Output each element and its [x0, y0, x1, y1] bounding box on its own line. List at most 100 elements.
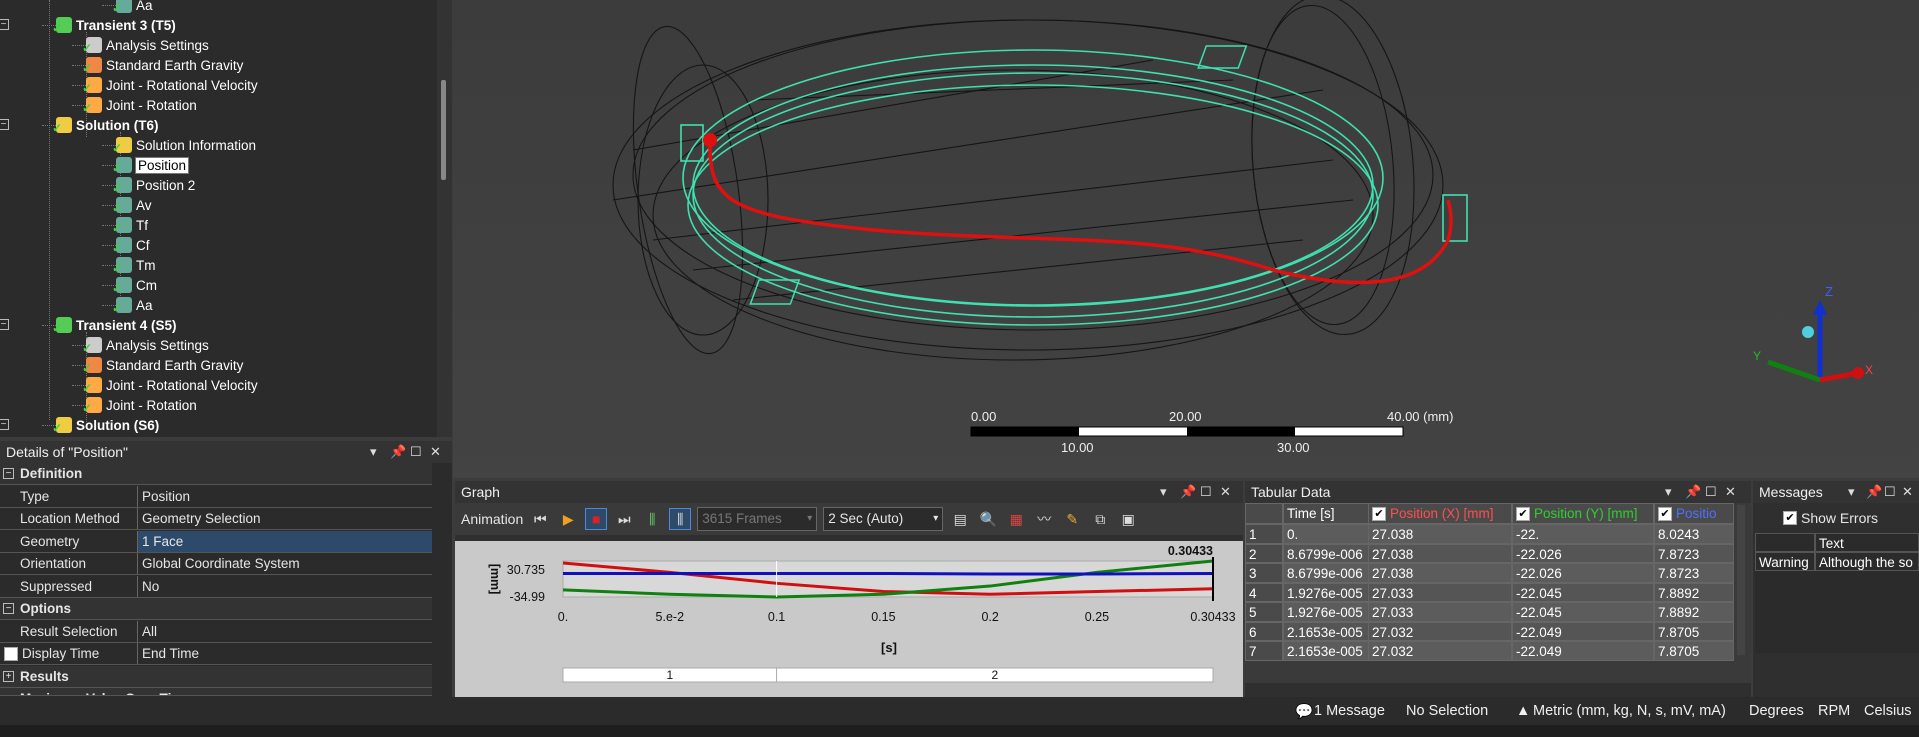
tree-item[interactable]: ✓ Analysis Settings [72, 335, 209, 355]
table-cell[interactable]: 27.033 [1368, 582, 1512, 602]
collapse-icon[interactable]: − [0, 119, 9, 130]
table-cell[interactable]: 0. [1283, 524, 1371, 544]
table-cell[interactable]: -22. [1512, 524, 1654, 544]
tree-item[interactable]: ✓ Joint - Rotation [72, 95, 197, 115]
row-index[interactable]: 7 [1245, 641, 1283, 661]
table-cell[interactable]: 8.0243 [1654, 524, 1734, 544]
row-index[interactable]: 1 [1245, 524, 1283, 544]
play-button[interactable]: ▶ [557, 508, 579, 530]
image-icon[interactable]: ▣ [1117, 508, 1139, 530]
details-row[interactable]: Suppressed No [0, 575, 432, 598]
table-cell[interactable]: 7.8892 [1654, 582, 1734, 602]
details-row[interactable]: Display Time End Time [0, 643, 432, 665]
tree-item[interactable]: ✓ Joint - Rotational Velocity [72, 375, 258, 395]
dropdown-icon[interactable]: ▾ [1665, 481, 1672, 503]
pin-icon[interactable]: 📌 [1866, 481, 1882, 503]
table-cell[interactable]: 27.032 [1368, 641, 1512, 661]
column-checkbox[interactable]: ✔ [1516, 507, 1530, 522]
first-frame-button[interactable]: ⏮ [529, 508, 551, 530]
column-header[interactable]: Time [s] [1283, 503, 1371, 524]
close-icon[interactable]: ✕ [430, 441, 441, 463]
copy-icon[interactable]: ⧉ [1089, 508, 1111, 530]
tree-item[interactable]: ✓ Solution (T6) [42, 115, 158, 135]
table-cell[interactable]: -22.049 [1512, 621, 1654, 641]
row-index[interactable]: 2 [1245, 543, 1283, 563]
duration-select[interactable]: 2 Sec (Auto) ▾ [823, 507, 944, 531]
show-errors-checkbox[interactable]: ✔ [1783, 511, 1797, 525]
status-speed[interactable]: RPM [1818, 703, 1850, 719]
collapse-icon[interactable]: + [3, 670, 14, 682]
curve-icon[interactable]: 〰 [1033, 508, 1055, 530]
row-index[interactable]: 6 [1245, 621, 1283, 641]
details-group[interactable]: − Options [0, 598, 432, 620]
table-cell[interactable]: -22.045 [1512, 602, 1654, 622]
tree-item[interactable]: ✓ Tf [102, 215, 148, 235]
table-cell[interactable]: -22.026 [1512, 563, 1654, 583]
table-cell[interactable]: 27.033 [1368, 602, 1512, 622]
tree-scrollbar[interactable] [437, 0, 452, 437]
show-errors-row[interactable]: ✔ Show Errors [1753, 503, 1919, 533]
tree-item[interactable]: ✓ Analysis Settings [72, 35, 209, 55]
collapse-icon[interactable]: − [3, 603, 14, 614]
tree-item[interactable]: ✓ Joint - Rotation [72, 395, 197, 415]
close-icon[interactable]: ✕ [1725, 481, 1736, 503]
maximize-icon[interactable]: ☐ [1884, 481, 1896, 503]
collapse-icon[interactable]: − [0, 19, 9, 30]
details-group[interactable]: + Results [0, 665, 432, 688]
maximize-icon[interactable]: ☐ [1200, 481, 1212, 503]
project-tree[interactable]: ✓ Aa ✓ Transient 3 (T5) − ✓ Analysis Settings ✓… [0, 0, 452, 437]
tree-item[interactable]: ✓ Position [102, 155, 190, 175]
details-row[interactable]: Geometry 1 Face [0, 530, 432, 553]
table-cell[interactable]: -22.049 [1512, 641, 1654, 661]
message-text[interactable]: Although the so [1815, 552, 1919, 571]
model-view[interactable]: 0.00 20.00 40.00 (mm) 10.00 30.00 Z Y X [453, 0, 1919, 478]
details-row[interactable]: Location Method Geometry Selection [0, 508, 432, 530]
column-header[interactable]: ✔ Position (X) [mm] [1368, 503, 1512, 524]
tree-item[interactable]: ✓ Position 2 [102, 175, 195, 195]
table-scrollbar[interactable] [1737, 505, 1745, 655]
tree-item[interactable]: ✓ Standard Earth Gravity [72, 355, 243, 375]
table-cell[interactable]: 2.1653e-005 [1283, 641, 1371, 661]
data-grid[interactable]: Time [s] ✔ Position (X) [mm] ✔ Position (Y) … [1245, 503, 1751, 683]
tree-item[interactable]: ✓ Aa [102, 0, 153, 15]
close-icon[interactable]: ✕ [1220, 481, 1231, 503]
tree-item[interactable]: ✓ Joint - Rotational Velocity [72, 75, 258, 95]
tree-item[interactable]: ✓ Cm [102, 275, 157, 295]
pin-icon[interactable]: 📌 [1685, 481, 1701, 503]
tree-item[interactable]: ✓ Aa [102, 295, 153, 315]
status-angle[interactable]: Degrees [1749, 703, 1804, 719]
table-cell[interactable]: 27.038 [1368, 563, 1512, 583]
property-value[interactable]: All [138, 620, 432, 642]
maximize-icon[interactable]: ☐ [1705, 481, 1717, 503]
tree-item[interactable]: ✓ Transient 3 (T5) [42, 15, 176, 35]
row-index[interactable]: 3 [1245, 563, 1283, 583]
table-cell[interactable]: 8.6799e-006 [1283, 543, 1371, 563]
row-index[interactable]: 4 [1245, 582, 1283, 602]
collapse-icon[interactable]: − [0, 319, 9, 330]
details-row[interactable]: Result Selection All [0, 620, 432, 643]
collapse-icon[interactable]: − [0, 419, 9, 430]
graph-chart[interactable]: 0. 5.e-2 0.1 0.15 0.2 0.25 0.30433 30.735 -34.99… [455, 541, 1243, 697]
property-value[interactable]: End Time [138, 643, 432, 664]
table-cell[interactable]: 7.8892 [1654, 602, 1734, 622]
table-cell[interactable]: 7.8705 [1654, 641, 1734, 661]
table-cell[interactable]: 7.8705 [1654, 621, 1734, 641]
distributed-frames-icon[interactable]: ⫼ [641, 508, 663, 530]
status-temperature[interactable]: Celsius [1864, 703, 1912, 719]
table-cell[interactable]: -22.045 [1512, 582, 1654, 602]
table-cell[interactable]: 2.1653e-005 [1283, 621, 1371, 641]
message-type[interactable]: Warning [1755, 552, 1815, 571]
chart-color-icon[interactable]: ▦ [1005, 508, 1027, 530]
table-cell[interactable]: 1.9276e-005 [1283, 602, 1371, 622]
property-value[interactable]: Geometry Selection [138, 508, 432, 529]
result-frames-icon[interactable]: ⫼ [669, 508, 692, 530]
column-header[interactable]: ✔ Position (Y) [mm] [1512, 503, 1654, 524]
status-units[interactable]: Metric (mm, kg, N, s, mV, mA) [1533, 703, 1726, 719]
table-cell[interactable]: 1.9276e-005 [1283, 582, 1371, 602]
dropdown-icon[interactable]: ▾ [370, 441, 377, 463]
tree-item[interactable]: ✓ Solution (S6) [42, 415, 159, 435]
property-value[interactable]: Global Coordinate System [138, 553, 432, 574]
column-header[interactable]: ✔ Positio [1654, 503, 1734, 524]
tree-scrollbar-thumb[interactable] [441, 80, 446, 180]
message-bubble-icon[interactable]: 💬 [1295, 703, 1313, 720]
